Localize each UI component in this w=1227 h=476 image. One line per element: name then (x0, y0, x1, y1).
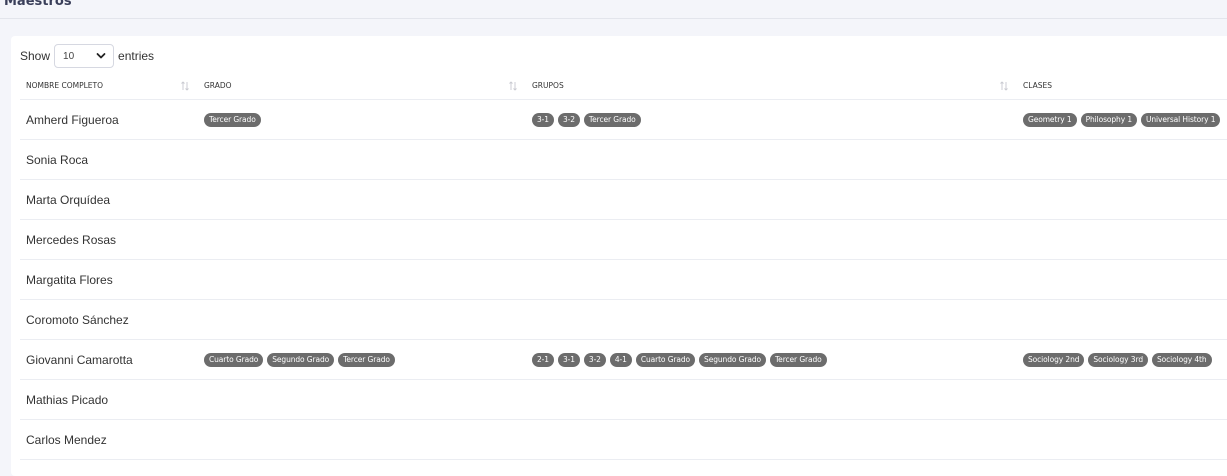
grupo-badge: Segundo Grado (699, 352, 766, 367)
grupo-badge: 4-1 (609, 352, 632, 367)
grupo-badge: 3-1 (557, 352, 580, 367)
page-title: Maestros (4, 0, 72, 9)
table-row: Giovanni Camarotta Cuarto Grado Segundo Gr… (20, 339, 1227, 380)
teacher-name: Margatita Flores (20, 259, 198, 300)
grados-cell (198, 139, 526, 180)
clases-badges: Sociology 2nd Sociology 3rd Sociology 4th (1023, 352, 1227, 367)
grupos-cell (526, 379, 1017, 420)
column-header-label: GRADO (204, 81, 232, 90)
grado-badge: Cuarto Grado (204, 352, 264, 367)
grados-badges: Cuarto Grado Segundo Grado Tercer Grado (204, 352, 520, 367)
grupo-badge: 2-1 (532, 352, 554, 367)
column-header-clases[interactable]: CLASES (1017, 72, 1227, 100)
entries-label: entries (118, 49, 155, 63)
teacher-name: Carlos Mendez (20, 419, 198, 460)
grupos-cell (526, 219, 1017, 260)
column-header-nombre[interactable]: NOMBRE COMPLETO (20, 72, 198, 100)
clases-cell (1017, 419, 1227, 460)
grupo-badge: 3-1 (532, 112, 554, 127)
grupo-badge: Tercer Grado (583, 112, 641, 127)
grados-badges: Tercer Grado (204, 112, 520, 127)
grupos-cell (526, 259, 1017, 300)
show-label: Show (20, 49, 51, 63)
entries-select[interactable]: 10 (54, 44, 115, 68)
clases-cell (1017, 379, 1227, 420)
entries-length-control: Show 10 entries (20, 44, 154, 68)
teacher-name: Giovanni Camarotta (20, 339, 198, 380)
clase-badge: Sociology 2nd (1023, 352, 1085, 367)
grupo-badge: 3-2 (557, 112, 580, 127)
sort-icon[interactable] (508, 81, 518, 91)
clases-cell (1017, 139, 1227, 180)
table-row: Sonia Roca (20, 139, 1227, 180)
teacher-name: Sonia Roca (20, 139, 198, 180)
column-header-grupos[interactable]: GRUPOS (526, 72, 1017, 100)
teacher-name: Amherd Figueroa (20, 99, 198, 140)
grado-badge: Segundo Grado (267, 352, 335, 367)
table-row: Amherd Figueroa Tercer Grado 3-1 3-2 Tercer … (20, 99, 1227, 140)
table-row: Mercedes Rosas (20, 219, 1227, 260)
grados-cell (198, 219, 526, 260)
clases-cell (1017, 179, 1227, 220)
table-row: Marta Orquídea (20, 179, 1227, 220)
clase-badge: Sociology 3rd (1088, 352, 1148, 367)
teacher-name: Marta Orquídea (20, 179, 198, 220)
table-row: Coromoto Sánchez (20, 299, 1227, 340)
column-header-label: NOMBRE COMPLETO (26, 81, 103, 90)
grados-cell: Cuarto Grado Segundo Grado Tercer Grado (198, 339, 526, 380)
sort-icon[interactable] (999, 81, 1009, 91)
grupos-badges: 3-1 3-2 Tercer Grado (532, 112, 1011, 127)
clase-badge: Philosophy 1 (1080, 112, 1137, 127)
grupos-cell (526, 179, 1017, 220)
title-divider (0, 18, 1227, 19)
chevron-down-icon (96, 53, 106, 59)
grupos-cell: 2-1 3-1 3-2 4-1 Cuarto Grado Segundo Grado Ter… (526, 339, 1017, 380)
table-header-row: NOMBRE COMPLETO GRADO GRUPOS CLASES (20, 72, 1227, 100)
grado-badge: Tercer Grado (338, 352, 395, 367)
grados-cell (198, 259, 526, 300)
grados-cell (198, 179, 526, 220)
grupos-cell: 3-1 3-2 Tercer Grado (526, 99, 1017, 140)
teacher-name: Mathias Picado (20, 379, 198, 420)
column-header-grado[interactable]: GRADO (198, 72, 526, 100)
teachers-card: Show 10 entries NOMBRE COMPLETO GRADO GR… (11, 36, 1227, 476)
grados-cell (198, 419, 526, 460)
grupo-badge: 3-2 (583, 352, 606, 367)
clases-cell (1017, 259, 1227, 300)
grados-cell (198, 379, 526, 420)
column-header-label: GRUPOS (532, 81, 564, 90)
teacher-name: Coromoto Sánchez (20, 299, 198, 340)
column-header-label: CLASES (1023, 81, 1052, 90)
clases-cell (1017, 219, 1227, 260)
clases-cell: Geometry 1 Philosophy 1 Universal History … (1017, 99, 1227, 140)
clases-cell (1017, 299, 1227, 340)
grados-cell (198, 299, 526, 340)
grupos-cell (526, 139, 1017, 180)
table-body: Amherd Figueroa Tercer Grado 3-1 3-2 Tercer … (20, 99, 1227, 460)
grupos-cell (526, 419, 1017, 460)
sort-icon[interactable] (180, 81, 190, 91)
table-row: Mathias Picado (20, 379, 1227, 420)
clase-badge: Sociology 4th (1151, 352, 1212, 367)
grupos-cell (526, 299, 1017, 340)
teacher-name: Mercedes Rosas (20, 219, 198, 260)
clase-badge: Universal History 1 (1141, 112, 1221, 127)
teachers-table: NOMBRE COMPLETO GRADO GRUPOS CLASES Amhe… (20, 72, 1227, 460)
grupo-badge: Cuarto Grado (635, 352, 696, 367)
clases-cell: Sociology 2nd Sociology 3rd Sociology 4th (1017, 339, 1227, 380)
clase-badge: Geometry 1 (1023, 112, 1077, 127)
entries-select-value: 10 (63, 50, 75, 62)
table-row: Carlos Mendez (20, 419, 1227, 460)
grado-badge: Tercer Grado (204, 112, 261, 127)
grupos-badges: 2-1 3-1 3-2 4-1 Cuarto Grado Segundo Grado Ter… (532, 352, 1011, 367)
table-row: Margatita Flores (20, 259, 1227, 300)
grados-cell: Tercer Grado (198, 99, 526, 140)
grupo-badge: Tercer Grado (769, 352, 827, 367)
clases-badges: Geometry 1 Philosophy 1 Universal History … (1023, 112, 1227, 127)
